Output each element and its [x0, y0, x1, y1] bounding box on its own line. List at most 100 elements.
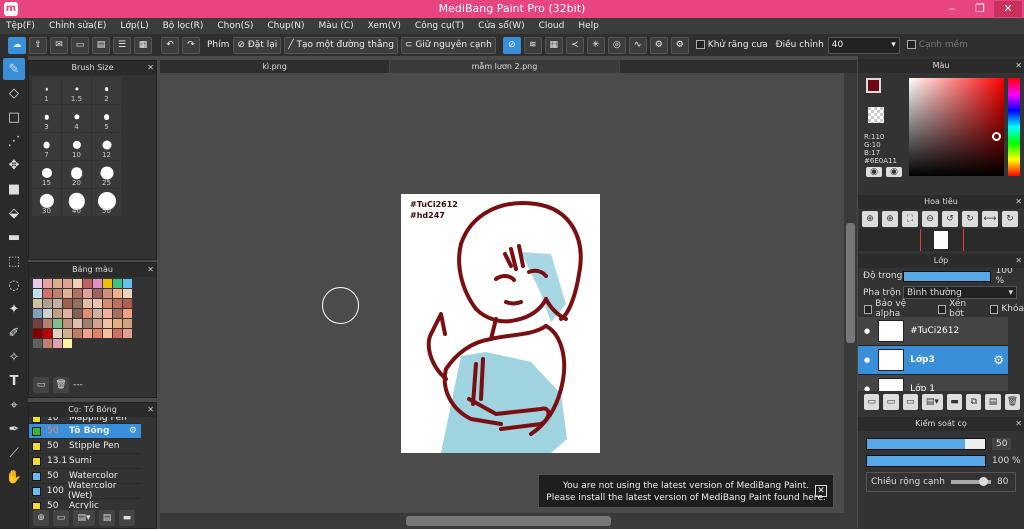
eye-icon[interactable]: ● — [864, 327, 870, 335]
circle-snap-icon[interactable]: ◎ — [607, 36, 626, 54]
folder-icon[interactable]: ▬ — [946, 394, 963, 410]
merge-layer-icon[interactable]: ▤ — [985, 394, 1001, 410]
gear-icon[interactable]: ⚙ — [993, 353, 1004, 367]
eye-icon[interactable]: ● — [864, 356, 870, 364]
palette-swatch[interactable] — [103, 279, 112, 288]
radial-snap-icon[interactable]: ✳ — [586, 36, 605, 54]
dot-tool-icon[interactable]: ⋰ — [3, 130, 25, 152]
rotate-left-icon[interactable]: ↺ — [942, 211, 958, 227]
palette-swatch[interactable] — [63, 309, 72, 318]
navigator-view-box[interactable] — [920, 229, 964, 251]
antialias-checkbox[interactable] — [695, 40, 705, 49]
palette-swatch[interactable] — [83, 299, 92, 308]
palette-swatch[interactable] — [123, 289, 132, 298]
palette-swatch[interactable] — [113, 319, 122, 328]
tab-mam-luon[interactable]: mẫm lươn 2.png — [390, 60, 620, 73]
palette-swatch[interactable] — [113, 339, 122, 348]
protect-alpha-checkbox[interactable] — [864, 304, 873, 314]
palette-swatch[interactable] — [113, 309, 122, 318]
brush-list-item[interactable]: 100 Watercolor (Wet) — [29, 481, 141, 501]
panel-close-icon[interactable]: ✕ — [147, 403, 154, 417]
restore-button[interactable]: ❐ — [966, 1, 994, 17]
drawing-canvas[interactable]: #TuCi2612 #hd247 — [401, 194, 600, 453]
palette-swatch[interactable] — [53, 289, 62, 298]
palette-swatch[interactable] — [53, 309, 62, 318]
sv-picker-handle[interactable] — [992, 132, 1001, 141]
palette-swatch[interactable] — [103, 299, 112, 308]
palette-swatch[interactable] — [43, 289, 52, 298]
brush-list-item[interactable]: 13.1 Sumi — [29, 454, 141, 469]
page-icon[interactable]: ▭ — [71, 36, 89, 54]
palette-swatch[interactable] — [63, 339, 72, 348]
hand-tool-icon[interactable]: ✋ — [3, 466, 25, 488]
brush-list-item[interactable]: 10 Mapping Pen — [29, 417, 141, 424]
folder-icon[interactable]: ▬ — [119, 510, 135, 526]
palette-swatch[interactable] — [33, 309, 42, 318]
list-icon[interactable]: ☰ — [113, 36, 131, 54]
palette-swatch[interactable] — [73, 279, 82, 288]
palette-swatch[interactable] — [33, 279, 42, 288]
palette-swatch[interactable] — [73, 299, 82, 308]
grid-icon[interactable]: ▦ — [134, 36, 152, 54]
brush-opacity-slider[interactable] — [866, 454, 986, 467]
brush-size-cell[interactable]: 40 — [62, 189, 91, 216]
palette-swatch[interactable] — [33, 329, 42, 338]
brush-list-item[interactable]: 50 Tô Bóng ⚙ — [29, 424, 141, 439]
brush-size-cell[interactable]: 5 — [92, 105, 121, 132]
menu-tool[interactable]: Công cụ(T) — [415, 21, 464, 31]
brush-size-cell[interactable]: 30 — [32, 189, 61, 216]
palette-swatch[interactable] — [123, 329, 132, 338]
palette-swatch[interactable] — [113, 289, 122, 298]
palette-swatch[interactable] — [123, 279, 132, 288]
palette-swatch[interactable] — [93, 319, 102, 328]
panel-close-icon[interactable]: ✕ — [147, 263, 154, 277]
palette-swatch[interactable] — [33, 339, 42, 348]
menu-help[interactable]: Help — [578, 21, 599, 31]
new-8bit-layer-icon[interactable]: ▭ — [902, 394, 918, 410]
flip-icon[interactable]: ⟷ — [982, 211, 998, 227]
palette-swatch[interactable] — [53, 279, 62, 288]
panel-close-icon[interactable]: ✕ — [147, 61, 154, 75]
canvas-area[interactable]: #TuCi2612 #hd247 — [160, 73, 857, 513]
palette-swatch[interactable] — [103, 289, 112, 298]
brush-size-cell[interactable]: 1 — [32, 77, 61, 104]
palette-swatch[interactable] — [33, 299, 42, 308]
palette-swatch[interactable] — [63, 279, 72, 288]
palette-swatch[interactable] — [73, 339, 82, 348]
brush-size-cell[interactable]: 10 — [62, 133, 91, 160]
palette-swatch[interactable] — [123, 319, 132, 328]
options-icon[interactable]: ⚙ — [670, 36, 689, 54]
tab-ki[interactable]: kì.png — [160, 60, 390, 73]
palette-swatch[interactable] — [63, 329, 72, 338]
palette-swatch[interactable] — [103, 339, 112, 348]
menu-filter[interactable]: Bộ lọc(R) — [163, 21, 204, 31]
palette-swatch[interactable] — [43, 309, 52, 318]
brush-size-cell[interactable]: 2 — [92, 77, 121, 104]
layer-opacity-slider[interactable] — [902, 270, 991, 282]
undo-icon[interactable]: ↶ — [161, 36, 179, 54]
select-pen-tool-icon[interactable]: ✐ — [3, 322, 25, 344]
reset-button[interactable]: ⊘ Đặt lại — [233, 36, 282, 54]
palette-swatch[interactable] — [43, 339, 52, 348]
brush-size-cell[interactable]: 7 — [32, 133, 61, 160]
brush-size-cell[interactable]: 50 — [92, 189, 121, 216]
add-color-icon[interactable]: ▭ — [33, 377, 49, 393]
brush-size-cell[interactable]: 12 — [92, 133, 121, 160]
color-picker-icon[interactable]: ◉ — [886, 167, 902, 177]
palette-swatch[interactable] — [83, 289, 92, 298]
palette-swatch[interactable] — [73, 319, 82, 328]
horizontal-scrollbar[interactable] — [160, 513, 857, 529]
transparent-swatch[interactable] — [868, 107, 884, 123]
palette-swatch[interactable] — [83, 319, 92, 328]
eyedropper-tool-icon[interactable]: ⟋ — [3, 442, 25, 464]
brush-size-value[interactable]: 50 — [992, 437, 1012, 450]
antialias-toggle[interactable]: Khử răng cưa — [695, 40, 768, 50]
zoom-fit-icon[interactable]: ⊕ — [882, 211, 898, 227]
adjust-select[interactable]: 40 ▾ — [827, 36, 900, 54]
main-color-swatch[interactable] — [866, 78, 881, 93]
color-wheel-icon[interactable]: ◉ — [866, 167, 882, 177]
palette-swatch[interactable] — [123, 339, 132, 348]
eye-icon[interactable]: ● — [864, 385, 870, 391]
palette-swatch[interactable] — [103, 329, 112, 338]
menu-color[interactable]: Màu (C) — [319, 21, 354, 31]
